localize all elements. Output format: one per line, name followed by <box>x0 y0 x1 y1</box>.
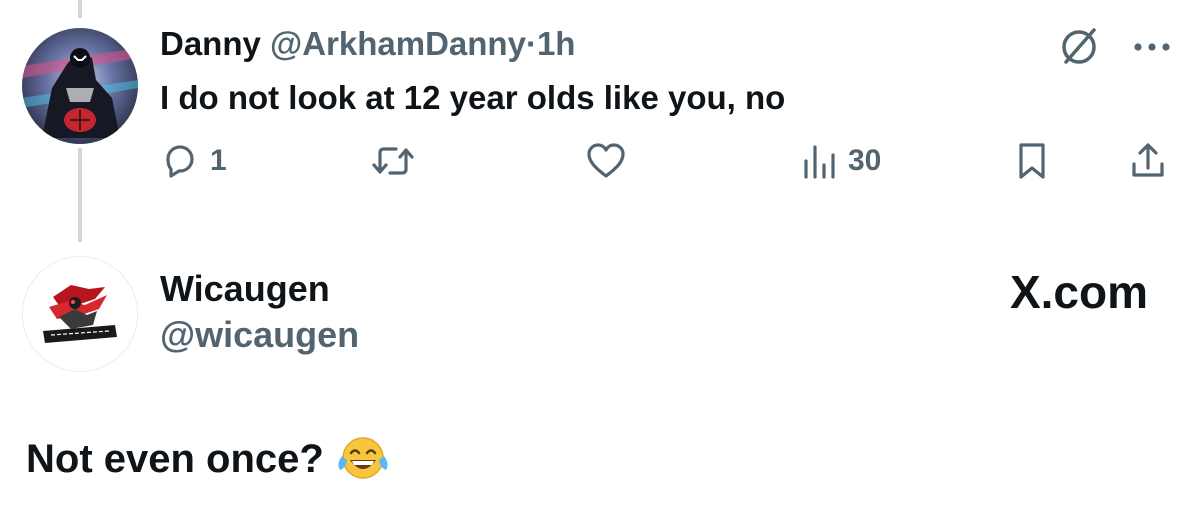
more-icon[interactable] <box>1132 41 1172 53</box>
avatar-danny-image <box>22 28 138 144</box>
views-count: 30 <box>848 144 882 177</box>
quoted-tweet-text: Not even once? <box>26 437 324 481</box>
like-icon <box>584 141 628 181</box>
retweet-icon <box>370 141 416 181</box>
reply-text: I do not look at 12 year olds like you, … <box>160 79 786 116</box>
header-separator: · <box>525 25 537 62</box>
reply-timestamp[interactable]: 1h <box>537 25 576 62</box>
views-button[interactable]: 30 <box>802 138 881 184</box>
reply-icon <box>160 141 200 181</box>
avatar-wicaugen-logo <box>23 257 137 371</box>
share-button[interactable] <box>1128 138 1168 184</box>
views-icon <box>802 141 838 181</box>
reply-header: Danny @ArkhamDanny·1h <box>160 24 575 64</box>
reply-top-icons <box>1056 24 1172 70</box>
reply-count: 1 <box>210 144 227 177</box>
reply-author-handle[interactable]: @ArkhamDanny <box>270 25 526 62</box>
reply-action-bar: 1 30 <box>160 138 1172 184</box>
thread-connector <box>78 148 82 242</box>
bookmark-button[interactable] <box>1014 138 1050 184</box>
avatar-wicaugen[interactable] <box>22 256 138 372</box>
quoted-tweet-text-row: Not even once? <box>26 434 390 484</box>
bookmark-icon <box>1014 140 1050 182</box>
tweet-screenshot: Danny @ArkhamDanny·1h I do not look at 1… <box>0 0 1200 530</box>
reply-author-name[interactable]: Danny <box>160 25 261 62</box>
grok-icon[interactable] <box>1056 24 1102 70</box>
retweet-button[interactable] <box>370 138 426 184</box>
share-icon <box>1128 140 1168 182</box>
like-button[interactable] <box>584 138 638 184</box>
quoted-author-name[interactable]: Wicaugen <box>160 268 330 310</box>
avatar-danny[interactable] <box>22 28 138 144</box>
reply-button[interactable]: 1 <box>160 138 227 184</box>
quoted-author-handle[interactable]: @wicaugen <box>160 314 359 356</box>
tears-of-joy-emoji-icon <box>336 434 390 484</box>
x-brand-label: X.com <box>1009 266 1148 318</box>
thread-connector-top <box>78 0 82 18</box>
